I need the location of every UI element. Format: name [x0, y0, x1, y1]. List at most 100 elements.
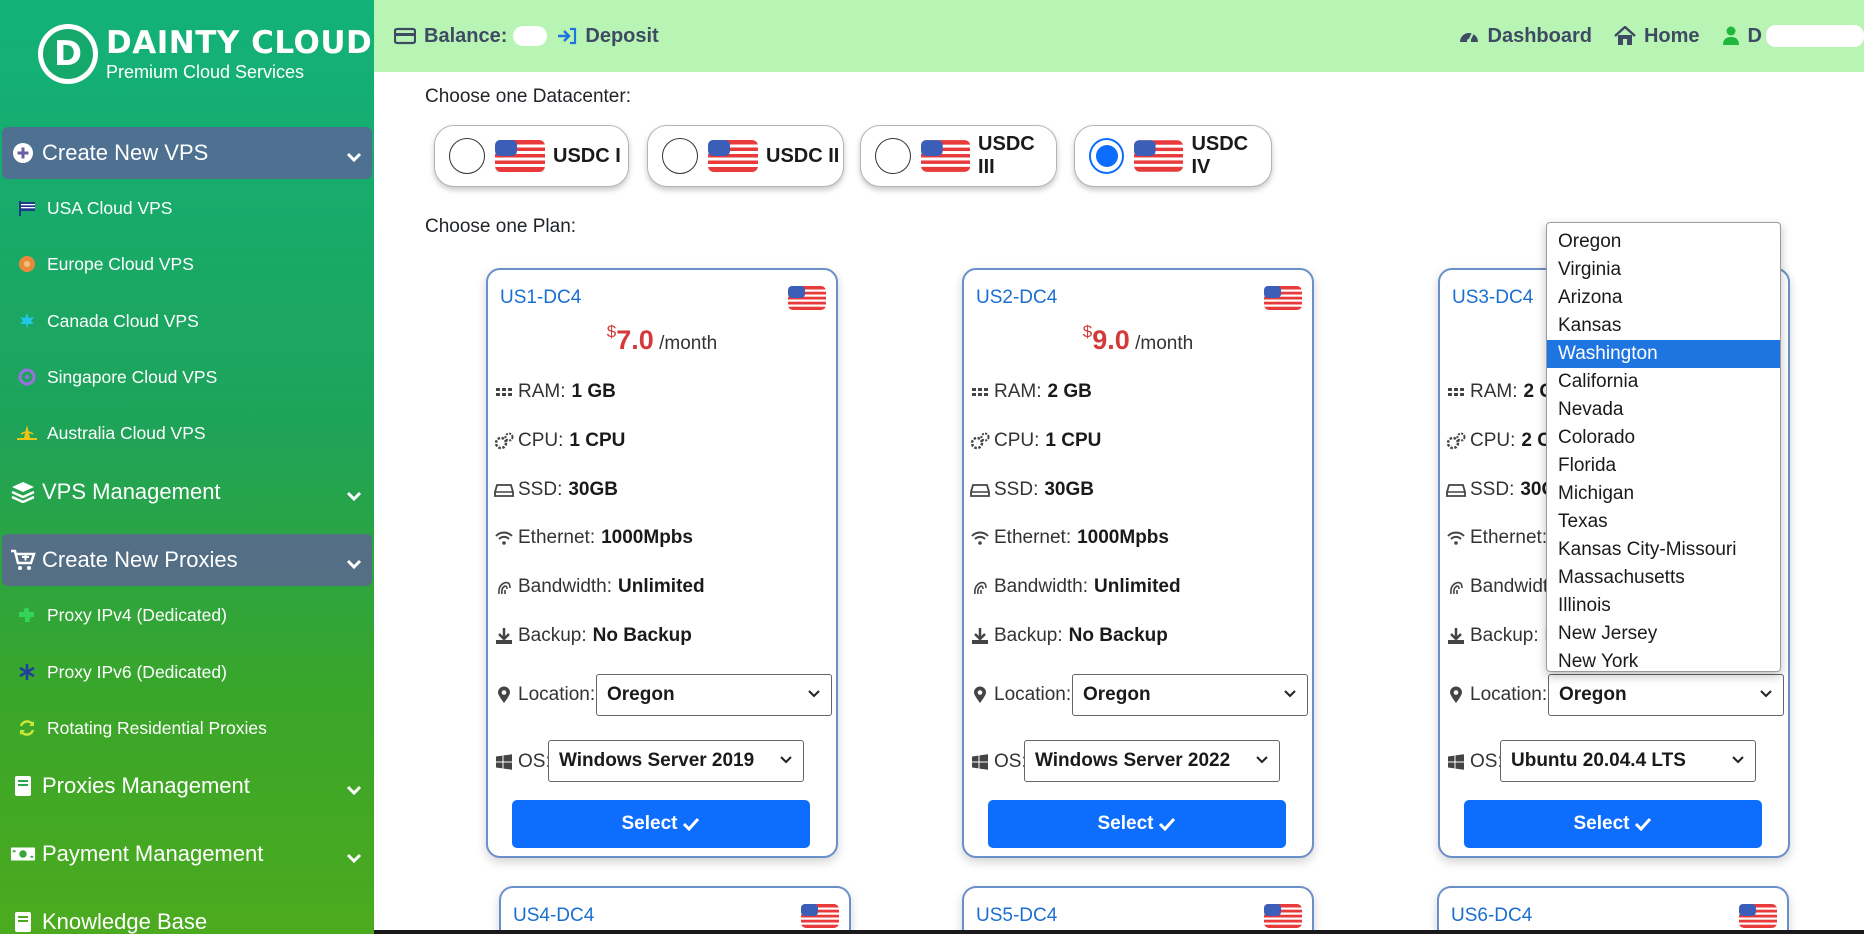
location-option[interactable]: Kansas: [1547, 312, 1780, 340]
datacenter-option-usdc-3[interactable]: USDC III: [860, 125, 1057, 187]
plan-card-1[interactable]: US1-DC4 $7.0 /month RAM: 1 GB CPU: 1 CPU SSD: 3…: [486, 268, 838, 858]
usa-flag-icon: [1739, 904, 1777, 928]
nav-vps-management[interactable]: VPS Management: [2, 466, 372, 518]
location-option[interactable]: Arizona: [1547, 284, 1780, 312]
radio-usdc-2[interactable]: [662, 138, 698, 174]
sidebar-item-singapore-cloud-vps[interactable]: Singapore Cloud VPS: [0, 355, 372, 399]
windows-icon: [1446, 753, 1466, 771]
chevron-down-icon: [1284, 690, 1296, 698]
chevron-down-icon: [1732, 756, 1744, 764]
sidebar-item-proxy-ipv6[interactable]: Proxy IPv6 (Dedicated): [0, 650, 372, 694]
plan-card-us5[interactable]: US5-DC4: [962, 886, 1314, 934]
location-icon: [1446, 686, 1466, 704]
os-select[interactable]: Ubuntu 20.04.4 LTS: [1500, 740, 1756, 782]
location-dropdown-list[interactable]: Oregon Virginia Arizona Kansas Washington Cal…: [1546, 222, 1781, 672]
datacenter-option-usdc-2[interactable]: USDC II: [647, 125, 844, 187]
check-icon: [1159, 817, 1176, 831]
os-select[interactable]: Windows Server 2019: [548, 740, 804, 782]
layers-icon: [10, 479, 36, 505]
backup-icon: [494, 627, 514, 645]
sidebar-item-rotating-residential-proxies[interactable]: Rotating Residential Proxies: [0, 706, 372, 750]
location-option[interactable]: Illinois: [1547, 592, 1780, 620]
select-plan-button[interactable]: Select: [512, 800, 810, 848]
datacenter-label: Choose one Datacenter:: [425, 86, 631, 107]
snowflake-icon: [16, 661, 38, 683]
chevron-down-icon: [346, 844, 362, 870]
spec-ram: RAM: 1 GB: [494, 381, 616, 403]
radio-usdc-3[interactable]: [875, 138, 911, 174]
ram-icon: [1446, 383, 1466, 401]
plan-card-us6[interactable]: US6-DC4: [1437, 886, 1789, 934]
radio-usdc-1[interactable]: [449, 138, 485, 174]
location-select[interactable]: Oregon: [596, 674, 832, 716]
location-option[interactable]: Nevada: [1547, 396, 1780, 424]
select-plan-button[interactable]: Select: [988, 800, 1286, 848]
plan-name: US3-DC4: [1452, 287, 1534, 308]
bandwidth-icon: [494, 578, 514, 596]
location-option[interactable]: New York: [1547, 648, 1780, 676]
brand[interactable]: D DAINTY CLOUD Premium Cloud Services: [38, 14, 372, 94]
os-select[interactable]: Windows Server 2022: [1024, 740, 1280, 782]
dashboard-icon: [1459, 32, 1478, 43]
usa-flag-icon: [788, 286, 826, 310]
nav-payment-management[interactable]: Payment Management: [2, 828, 372, 880]
datacenter-option-usdc-4[interactable]: USDC IV: [1074, 125, 1272, 187]
usa-flag-icon: [1134, 140, 1184, 172]
credit-card-icon: [394, 27, 416, 45]
user-menu[interactable]: D: [1722, 25, 1864, 48]
home-link[interactable]: Home: [1614, 25, 1700, 48]
nav-create-new-proxies[interactable]: Create New Proxies: [2, 534, 372, 586]
location-option[interactable]: Michigan: [1547, 480, 1780, 508]
location-option[interactable]: Colorado: [1547, 424, 1780, 452]
select-plan-button[interactable]: Select: [1464, 800, 1762, 848]
datacenter-option-usdc-1[interactable]: USDC I: [434, 125, 629, 187]
spec-bandwidth: Bandwidth: Unlimited: [494, 576, 705, 598]
spec-ssd: SSD: 30GB: [970, 479, 1094, 501]
check-icon: [1635, 817, 1652, 831]
spec-backup: Backup: No Backup: [494, 625, 692, 647]
radio-usdc-4-checked[interactable]: [1089, 138, 1125, 174]
book-icon: [10, 773, 36, 799]
dashboard-link[interactable]: Dashboard: [1458, 25, 1592, 48]
sidebar-item-proxy-ipv4[interactable]: Proxy IPv4 (Dedicated): [0, 593, 372, 637]
ethernet-icon: [1446, 529, 1466, 547]
location-option[interactable]: New Jersey: [1547, 620, 1780, 648]
location-option[interactable]: Virginia: [1547, 256, 1780, 284]
balance: Balance:: [394, 25, 557, 48]
chevron-down-icon: [1256, 756, 1268, 764]
usa-flag-icon: [495, 140, 545, 172]
spec-location: Location:: [970, 684, 1071, 706]
location-option[interactable]: Oregon: [1547, 228, 1780, 256]
plan-card-us4[interactable]: US4-DC4: [499, 886, 851, 934]
deposit-link[interactable]: Deposit: [557, 25, 659, 48]
sign-in-icon: [558, 27, 577, 45]
balance-value: [513, 26, 548, 46]
nav-knowledge-base[interactable]: Knowledge Base: [2, 896, 372, 934]
spec-location: Location:: [494, 684, 595, 706]
backup-icon: [1446, 627, 1466, 645]
usa-flag-icon: [920, 140, 971, 172]
book-icon: [10, 909, 36, 934]
top-bar: Balance: Deposit Dashboard Home D: [374, 0, 1864, 72]
location-option[interactable]: California: [1547, 368, 1780, 396]
location-select[interactable]: Oregon: [1072, 674, 1308, 716]
usa-flag-icon: [801, 904, 839, 928]
spec-os: OS:: [1446, 751, 1503, 773]
location-option[interactable]: Washington: [1547, 340, 1780, 368]
location-option[interactable]: Kansas City-Missouri: [1547, 536, 1780, 564]
nav-proxies-management[interactable]: Proxies Management: [2, 760, 372, 812]
location-select[interactable]: Oregon: [1548, 674, 1784, 716]
sidebar-item-canada-cloud-vps[interactable]: Canada Cloud VPS: [0, 299, 372, 343]
ssd-icon: [970, 481, 990, 499]
location-option[interactable]: Texas: [1547, 508, 1780, 536]
location-option[interactable]: Massachusetts: [1547, 564, 1780, 592]
rotate-icon: [16, 717, 38, 739]
spec-ram: RAM: 2 G: [1446, 381, 1554, 403]
location-option[interactable]: Florida: [1547, 452, 1780, 480]
nav-create-new-vps[interactable]: Create New VPS: [2, 127, 372, 179]
sidebar-item-usa-cloud-vps[interactable]: USA Cloud VPS: [0, 186, 372, 230]
location-icon: [970, 686, 990, 704]
sidebar-item-australia-cloud-vps[interactable]: Australia Cloud VPS: [0, 411, 372, 455]
plan-card-2[interactable]: US2-DC4 $9.0 /month RAM: 2 GB CPU: 1 CPU SSD: 3…: [962, 268, 1314, 858]
sidebar-item-europe-cloud-vps[interactable]: Europe Cloud VPS: [0, 242, 372, 286]
